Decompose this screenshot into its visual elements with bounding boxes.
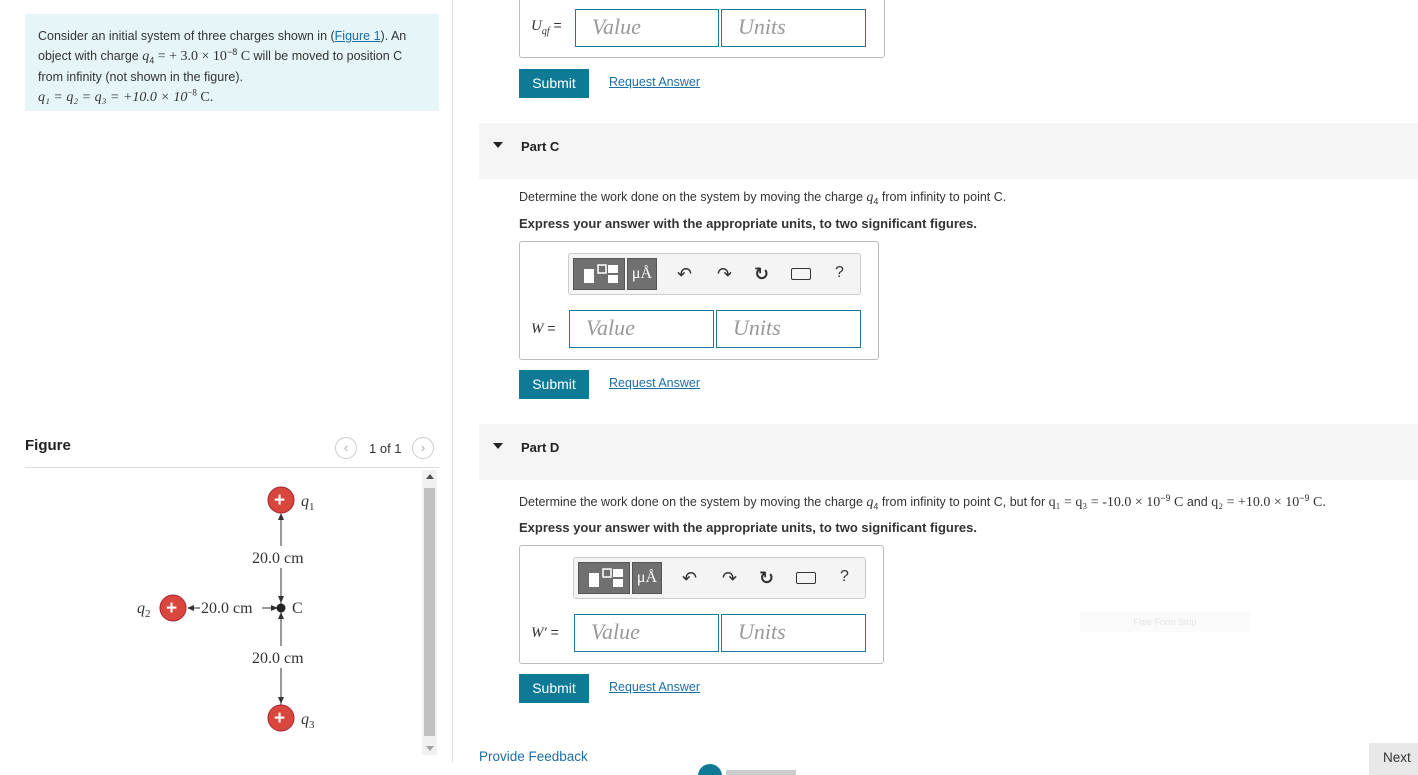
caret-down-icon[interactable] — [493, 443, 503, 449]
part-d-header[interactable]: Part D — [479, 424, 1418, 480]
arrow-down-top — [278, 596, 284, 603]
keyboard-icon[interactable] — [791, 268, 811, 280]
figure-link[interactable]: Figure 1 — [335, 29, 381, 43]
figure-header: Figure ‹ 1 of 1 › — [25, 436, 439, 468]
scroll-up-icon[interactable] — [426, 474, 434, 479]
arrow-left — [187, 605, 194, 611]
dist-bottom-label: 20.0 cm — [252, 650, 304, 667]
part-c-answer-box: μÅ ↶ ↷ ↻ ? W = Value Units — [519, 241, 879, 360]
part-c-var-label: W = — [531, 320, 556, 337]
reset-icon[interactable]: ↻ — [759, 568, 774, 589]
part-c-question: Determine the work done on the system by… — [519, 190, 1007, 207]
charge-q1-plus: + — [274, 490, 285, 511]
c-label: C — [292, 600, 303, 617]
arrow-down-bottom — [278, 697, 284, 704]
part-c-units-input[interactable]: Units — [716, 310, 861, 348]
next-button[interactable]: Next — [1369, 743, 1418, 775]
point-c — [276, 603, 286, 613]
ghost-strip: Free Form Strip — [1080, 612, 1250, 632]
redo-icon[interactable]: ↷ — [722, 568, 737, 589]
template-icon[interactable] — [573, 258, 625, 290]
units-mu-icon[interactable]: μÅ — [627, 258, 657, 290]
part-b-submit-button[interactable]: Submit — [519, 69, 589, 98]
help-icon[interactable]: ? — [835, 264, 844, 282]
left-panel: Consider an initial system of three char… — [0, 0, 452, 775]
part-b-answer-box: Uqf = Value Units — [519, 0, 885, 58]
part-d-answer-box: μÅ ↶ ↷ ↻ ? W′ = Value Units — [519, 545, 884, 664]
arrow-up-bottom — [278, 612, 284, 619]
provide-feedback-link[interactable]: Provide Feedback — [479, 749, 588, 764]
scroll-down-icon[interactable] — [426, 746, 434, 751]
keyboard-icon[interactable] — [796, 572, 816, 584]
part-b-value-input[interactable]: Value — [575, 9, 719, 47]
template-icon[interactable] — [578, 562, 630, 594]
part-b-units-input[interactable]: Units — [721, 9, 866, 47]
pearson-logo-icon — [698, 763, 798, 775]
part-c-value-input[interactable]: Value — [569, 310, 714, 348]
arrow-up-top — [278, 513, 284, 520]
figure-counter: 1 of 1 — [369, 441, 402, 456]
part-b-var-label: Uqf = — [531, 17, 562, 37]
part-d-submit-button[interactable]: Submit — [519, 674, 589, 703]
undo-icon[interactable]: ↶ — [682, 568, 697, 589]
part-c-request-answer-link[interactable]: Request Answer — [609, 376, 700, 390]
part-b-request-answer-link[interactable]: Request Answer — [609, 75, 700, 89]
q3-label: q3 — [301, 711, 315, 731]
problem-text: Consider an initial system of three char… — [38, 29, 407, 84]
q1-label: q1 — [301, 493, 315, 513]
charge-q3-plus: + — [274, 708, 285, 729]
charges-expression: q₁ = q₂ = q₃ = +10.0 × 10−8 C. — [38, 87, 214, 106]
caret-down-icon[interactable] — [493, 142, 503, 148]
part-d-request-answer-link[interactable]: Request Answer — [609, 680, 700, 694]
part-c-instruction: Express your answer with the appropriate… — [519, 216, 977, 231]
part-c-submit-button[interactable]: Submit — [519, 370, 589, 399]
part-c-title: Part C — [521, 139, 560, 154]
chevron-left-icon[interactable]: ‹ — [335, 437, 357, 459]
part-d-units-input[interactable]: Units — [721, 614, 866, 652]
part-d-var-label: W′ = — [531, 624, 559, 641]
part-d-toolbar: μÅ ↶ ↷ ↻ ? — [573, 557, 866, 599]
part-d-instruction: Express your answer with the appropriate… — [519, 520, 977, 535]
charge-figure: 20.0 cm 20.0 cm 20.0 cm C + q1 + q2 + q3 — [137, 486, 315, 732]
part-c-toolbar: μÅ ↶ ↷ ↻ ? — [568, 253, 861, 295]
figure-title: Figure — [25, 437, 71, 454]
part-d-value-input[interactable]: Value — [574, 614, 719, 652]
part-d-title: Part D — [521, 440, 560, 455]
dist-top-label: 20.0 cm — [252, 550, 304, 567]
q2-label: q2 — [137, 600, 151, 620]
scroll-thumb[interactable] — [424, 488, 435, 736]
units-mu-icon[interactable]: μÅ — [632, 562, 662, 594]
part-c-header[interactable]: Part C — [479, 123, 1418, 179]
dist-left-label: 20.0 cm — [201, 600, 253, 617]
figure-scrollbar[interactable] — [422, 470, 437, 755]
reset-icon[interactable]: ↻ — [754, 264, 769, 285]
undo-icon[interactable]: ↶ — [677, 264, 692, 285]
problem-statement: Consider an initial system of three char… — [25, 14, 439, 111]
part-d-question: Determine the work done on the system by… — [519, 493, 1326, 512]
help-icon[interactable]: ? — [840, 568, 849, 586]
panel-divider — [452, 0, 453, 762]
redo-icon[interactable]: ↷ — [717, 264, 732, 285]
chevron-right-icon[interactable]: › — [412, 437, 434, 459]
charge-q2-plus: + — [166, 598, 177, 619]
